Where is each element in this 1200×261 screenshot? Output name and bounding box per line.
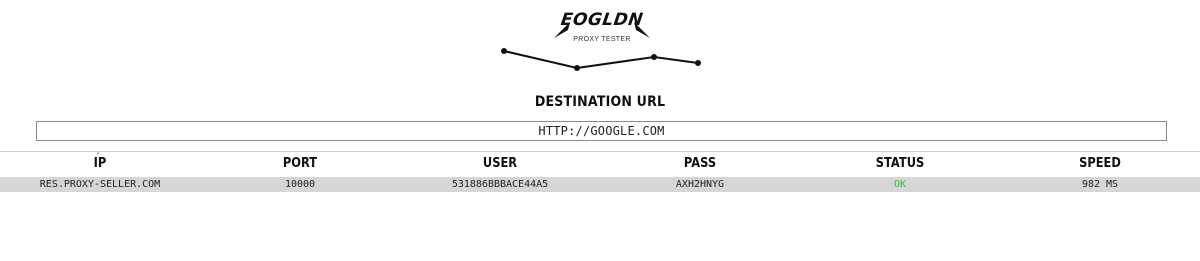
cell-port: 10000 <box>284 179 316 190</box>
cell-user: 531886BBBACE44A5 <box>451 179 549 190</box>
cell-speed: 982 MS <box>1081 179 1119 190</box>
table-divider <box>0 151 1200 152</box>
destination-url-label: DESTINATION URL <box>534 94 666 110</box>
column-header-user[interactable]: USER <box>412 156 588 174</box>
proxy-tester-page: EOGLDN PROXY TESTER DESTINATION URL HTTP… <box>0 0 1200 261</box>
decorative-line-graph <box>501 48 701 71</box>
logo-text: EOGLDN <box>559 10 645 30</box>
graph-point <box>651 54 657 60</box>
column-header-pass[interactable]: PASS <box>612 156 788 174</box>
destination-url-input[interactable]: HTTP://GOOGLE.COM <box>36 121 1167 141</box>
column-header-speed[interactable]: SPEED <box>1012 156 1188 174</box>
column-header-ip[interactable]: IP <box>12 156 188 174</box>
cell-status: OK <box>893 179 907 190</box>
graph-point <box>574 65 580 71</box>
cell-pass: AXH2HNYG <box>675 179 725 190</box>
cell-ip: RES.PROXY-SELLER.COM <box>39 179 161 190</box>
graph-point <box>501 48 507 54</box>
column-header-status[interactable]: STATUS <box>812 156 988 174</box>
column-header-port[interactable]: PORT <box>212 156 388 174</box>
graph-point <box>695 60 701 66</box>
